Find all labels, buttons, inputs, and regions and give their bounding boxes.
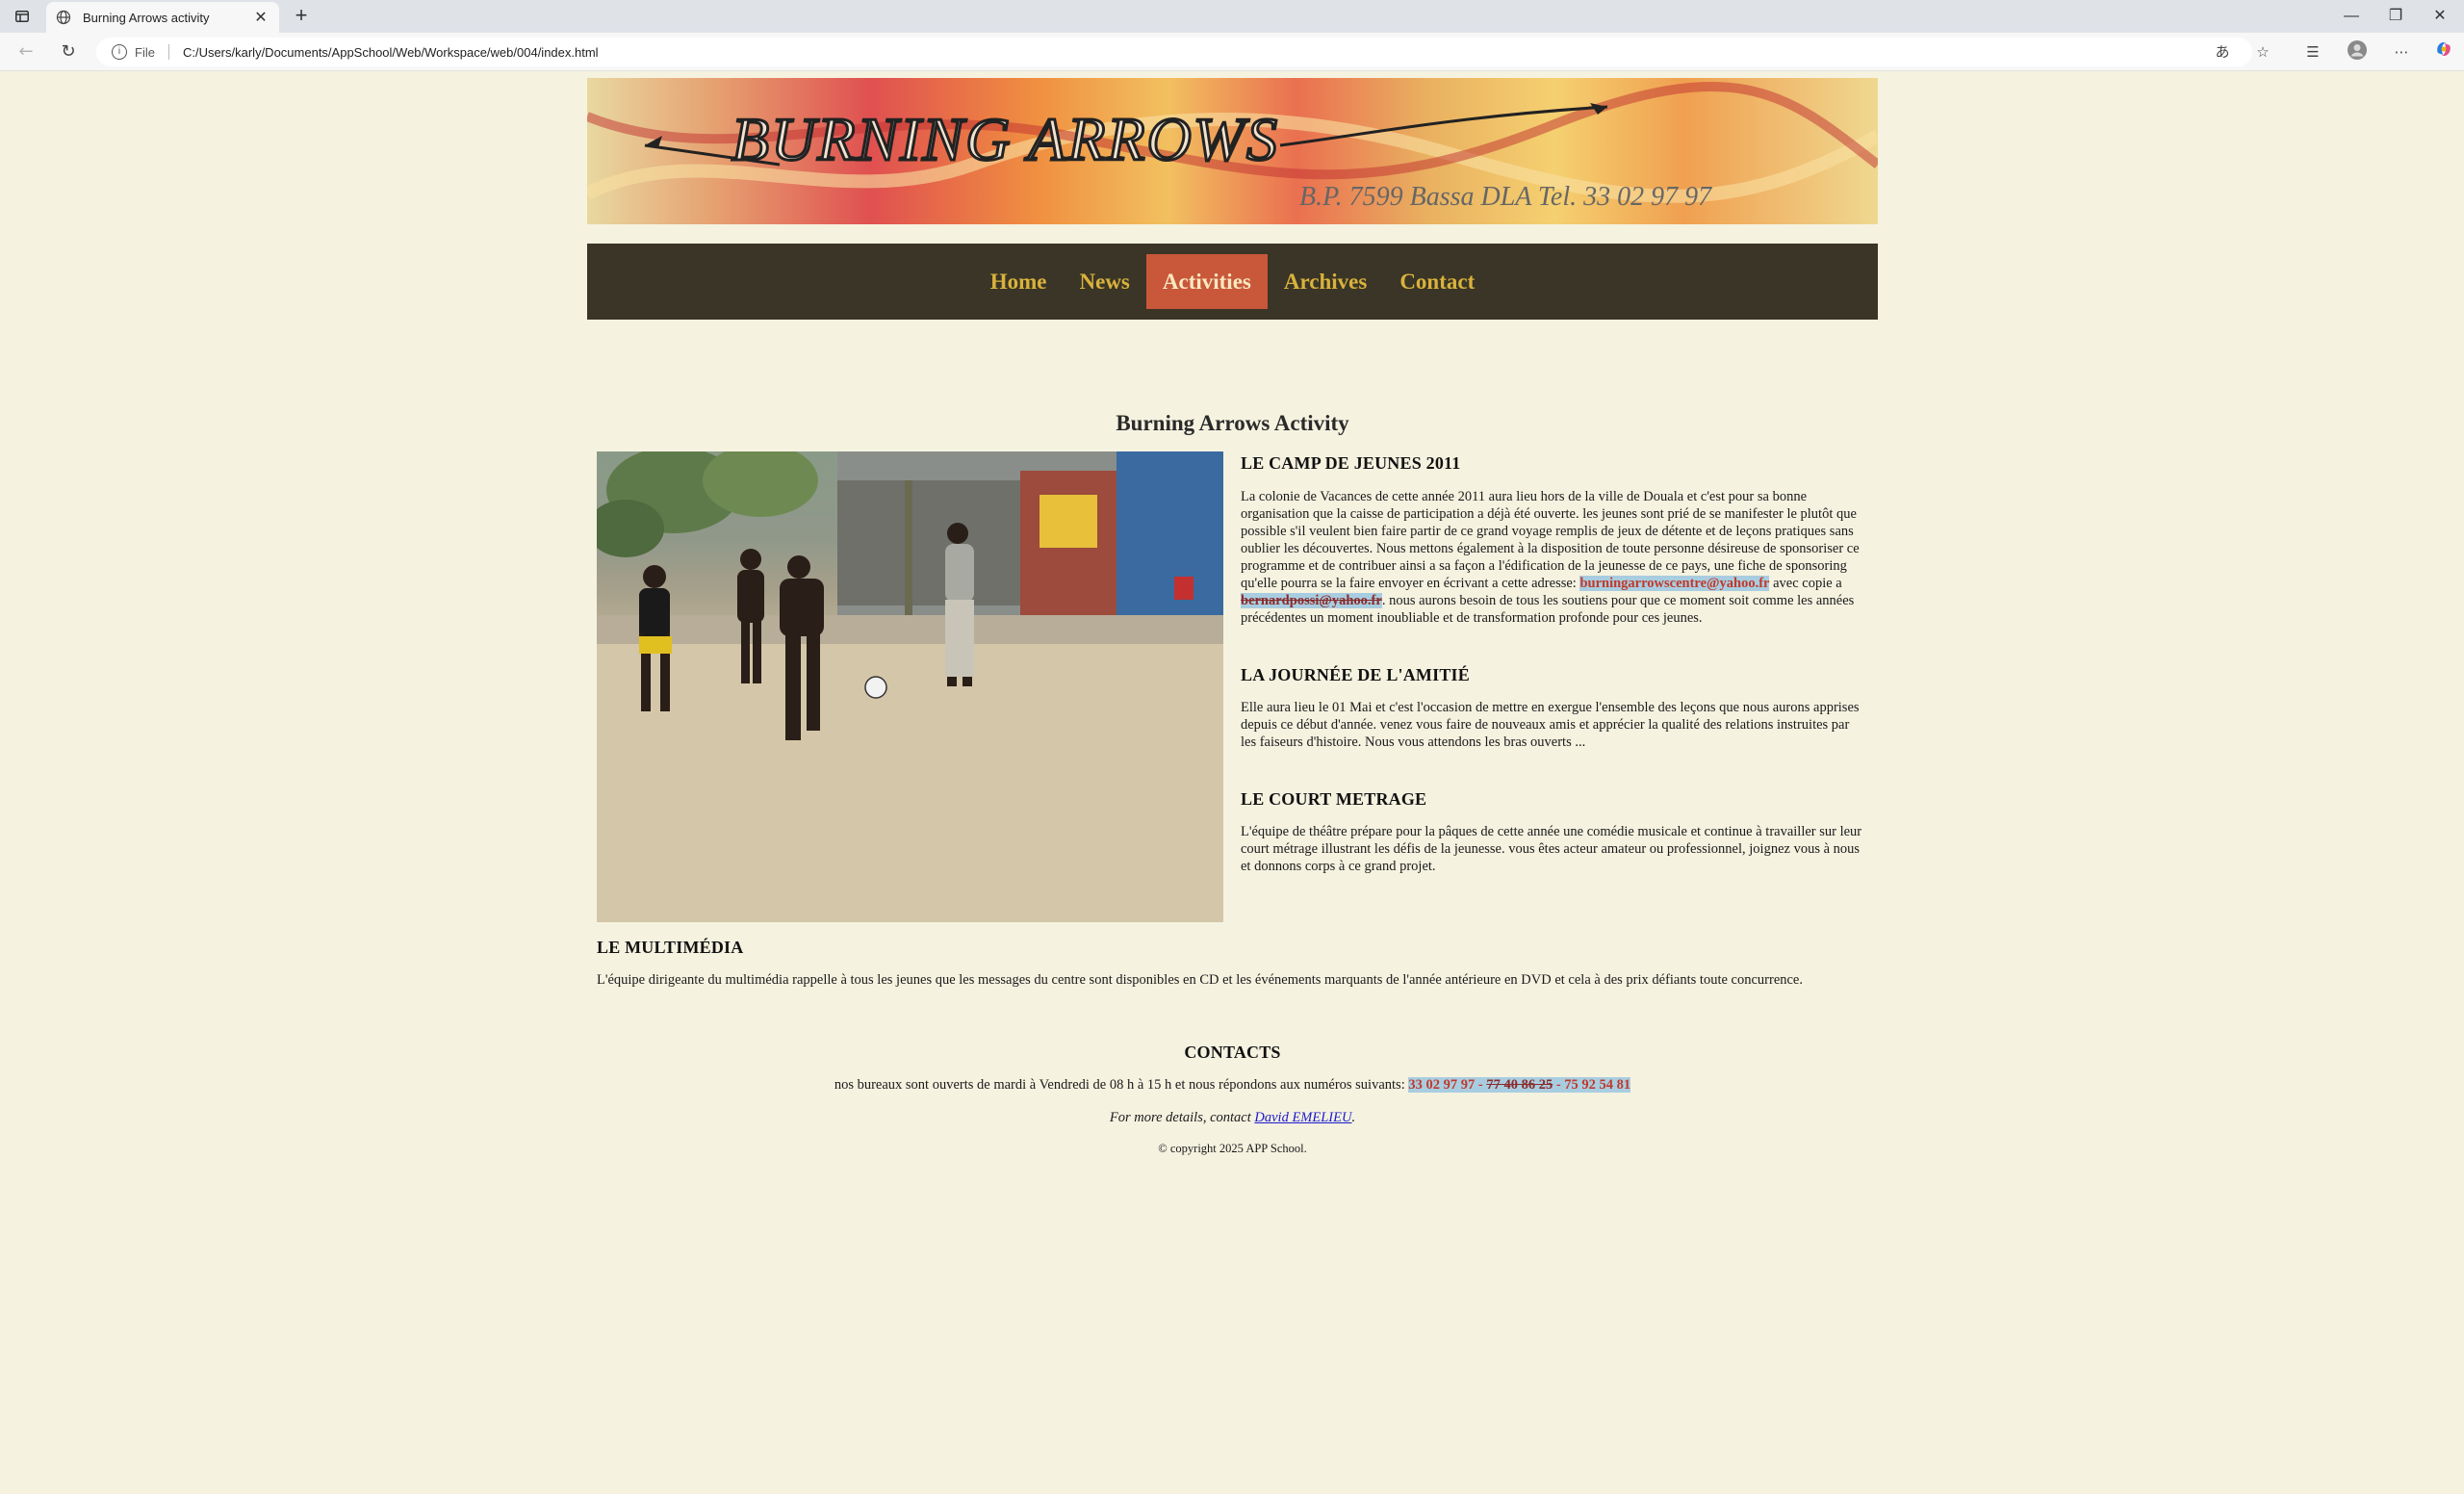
browser-address-bar: ← ↻ i File C:/Users/karly/Documents/AppS… (0, 33, 2464, 71)
read-aloud-icon[interactable]: あ (2210, 39, 2235, 64)
info-icon[interactable]: i (112, 44, 127, 60)
page-title: Burning Arrows Activity (1116, 411, 1349, 435)
email-link-bernard[interactable]: bernardpossi@yahoo.fr (1241, 593, 1382, 608)
url-field[interactable]: i File C:/Users/karly/Documents/AppSchoo… (96, 38, 2252, 66)
url-text[interactable]: C:/Users/karly/Documents/AppSchool/Web/W… (183, 45, 599, 60)
activity-text-column: LE CAMP DE JEUNES 2011 La colonie de Vac… (1223, 451, 1868, 922)
back-arrow-icon[interactable]: ← (13, 39, 38, 64)
phone-numbers: 33 02 97 97 - 77 40 86 25 - 75 92 54 81 (1408, 1077, 1631, 1093)
nav-news[interactable]: News (1064, 254, 1146, 309)
soccer-photo (597, 451, 1223, 922)
nav-activities[interactable]: Activities (1145, 254, 1268, 309)
email-link-burningarrows[interactable]: burningarrowscentre@yahoo.fr (1579, 576, 1770, 591)
amitie-heading: LA JOURNÉE DE L'AMITIÉ (1241, 665, 1470, 684)
amitie-text: Elle aura lieu le 01 Mai et c'est l'occa… (1241, 700, 1860, 750)
copilot-icon[interactable] (2431, 39, 2456, 64)
metrage-heading: LE COURT METRAGE (1241, 789, 1427, 809)
camp-section: LE CAMP DE JEUNES 2011 La colonie de Vac… (1241, 451, 1864, 627)
camp-heading: LE CAMP DE JEUNES 2011 (1241, 453, 1461, 473)
copyright: © copyright 2025 APP School. (1158, 1142, 1307, 1155)
favorites-icon[interactable]: ☰ (2300, 39, 2325, 64)
minimize-button[interactable]: — (2329, 4, 2374, 29)
more-options-icon[interactable]: ⋯ (2389, 39, 2414, 64)
tab-title: Burning Arrows activity (83, 10, 210, 25)
camp-text: La colonie de Vacances de cette année 20… (1241, 489, 1860, 626)
nav-contact[interactable]: Contact (1383, 254, 1491, 309)
amitie-section: LA JOURNÉE DE L'AMITIÉ Elle aura lieu le… (1241, 665, 1864, 751)
multimedia-section: LE MULTIMÉDIA L'équipe dirigeante du mul… (597, 938, 1868, 989)
banner-logo-image: BURNING ARROWS B.P. 7599 Bassa DLA Tel. … (587, 82, 1878, 212)
close-tab-icon[interactable]: ✕ (252, 8, 270, 27)
contact-details: For more details, contact David EMELIEU. (1109, 1110, 1356, 1125)
browser-tab-bar: Burning Arrows activity ✕ + — ❐ ✕ (0, 0, 2464, 33)
page: BURNING ARROWS B.P. 7599 Bassa DLA Tel. … (0, 72, 2464, 1494)
banner-logo-text: BURNING ARROWS (732, 105, 1279, 173)
close-window-button[interactable]: ✕ (2418, 4, 2462, 29)
favorite-star-icon[interactable]: ☆ (2250, 39, 2275, 64)
contacts-hours: nos bureaux sont ouverts de mardi à Vend… (834, 1077, 1631, 1093)
browser-tab[interactable]: Burning Arrows activity ✕ (46, 2, 279, 33)
activity-section: LE CAMP DE JEUNES 2011 La colonie de Vac… (597, 451, 1868, 922)
globe-icon (56, 10, 71, 25)
main-nav: Home News Activities Archives Contact (587, 244, 1878, 320)
nav-home[interactable]: Home (974, 254, 1064, 309)
main-content: Burning Arrows Activity LE CAMP DE JEUNE… (587, 409, 1878, 1157)
site-container: BURNING ARROWS B.P. 7599 Bassa DLA Tel. … (587, 78, 1878, 1157)
site-banner: BURNING ARROWS B.P. 7599 Bassa DLA Tel. … (587, 78, 1878, 224)
banner-address-text: B.P. 7599 Bassa DLA Tel. 33 02 97 97 (1299, 182, 1712, 212)
multimedia-heading: LE MULTIMÉDIA (597, 938, 744, 957)
profile-avatar-icon[interactable] (2345, 39, 2370, 64)
metrage-section: LE COURT METRAGE L'équipe de théâtre pré… (1241, 789, 1864, 875)
url-scheme: File (135, 44, 155, 60)
nav-archives[interactable]: Archives (1268, 254, 1383, 309)
restore-button[interactable]: ❐ (2374, 4, 2418, 29)
contact-person-link[interactable]: David EMELIEU (1254, 1110, 1351, 1125)
reload-icon[interactable]: ↻ (56, 39, 81, 64)
new-tab-button[interactable]: + (289, 4, 314, 29)
multimedia-text: L'équipe dirigeante du multimédia rappel… (597, 972, 1803, 988)
contacts-footer: CONTACTS nos bureaux sont ouverts de mar… (597, 1043, 1868, 1157)
contacts-heading: CONTACTS (1184, 1043, 1281, 1062)
tab-actions-icon[interactable] (10, 6, 35, 27)
metrage-text: L'équipe de théâtre prépare pour la pâqu… (1241, 824, 1862, 874)
url-separator (167, 44, 169, 60)
